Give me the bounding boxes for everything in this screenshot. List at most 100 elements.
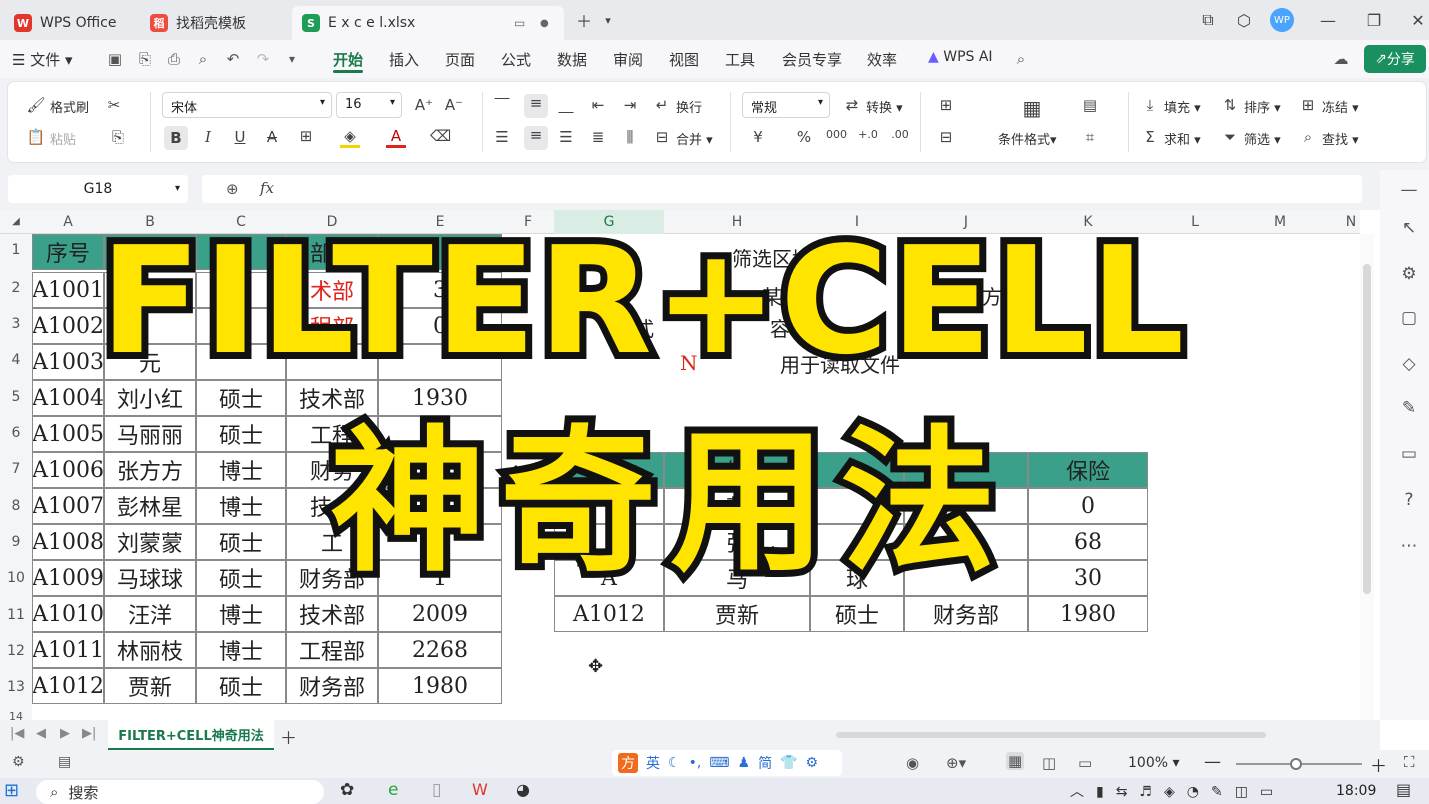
redo-icon[interactable]: ↷: [254, 50, 272, 68]
table-cell[interactable]: 马球球: [104, 560, 196, 596]
result-header-cell[interactable]: 保险: [1028, 452, 1148, 488]
ime-language[interactable]: 英: [646, 753, 660, 773]
table-cell[interactable]: 硕士: [196, 560, 286, 596]
table-cell[interactable]: 刘蒙蒙: [104, 524, 196, 560]
table-cell[interactable]: 2268: [378, 632, 502, 668]
new-tab-icon[interactable]: ＋: [572, 8, 596, 32]
chevron-down-icon[interactable]: ▾: [596, 8, 620, 32]
fill-color-icon[interactable]: ◈: [340, 127, 360, 148]
select-cursor-icon[interactable]: ↖: [1398, 218, 1420, 240]
table-cell[interactable]: 博士: [196, 632, 286, 668]
more-icon[interactable]: ⋯: [1398, 536, 1420, 558]
horizontal-scrollbar[interactable]: [836, 732, 1266, 738]
increase-font-icon[interactable]: A⁺: [414, 96, 434, 114]
table-cell[interactable]: A1008: [32, 524, 104, 560]
table-cell[interactable]: A1009: [32, 560, 104, 596]
simplified-toggle[interactable]: 简: [758, 753, 772, 773]
normal-view-icon[interactable]: ▦: [1006, 752, 1025, 770]
sum-button[interactable]: 求和 ▾: [1164, 129, 1201, 148]
row-header[interactable]: 13: [0, 679, 32, 695]
comment-icon[interactable]: ▢: [1398, 308, 1420, 330]
justify-icon[interactable]: ≣: [588, 128, 608, 146]
format-painter-button[interactable]: 格式刷: [50, 97, 89, 116]
decrease-decimal-icon[interactable]: .00: [890, 128, 910, 141]
system-tray[interactable]: ︿▮⇆♬◈◔✎◫▭: [1070, 781, 1285, 801]
undo-icon[interactable]: ↶: [224, 50, 242, 68]
filter-icon[interactable]: ⏷: [1220, 128, 1240, 146]
result-cell[interactable]: 0: [1028, 488, 1148, 524]
next-sheet-icon[interactable]: ▶: [60, 726, 70, 741]
qq-icon[interactable]: ◕: [516, 780, 530, 799]
table-cell[interactable]: 博士: [196, 452, 286, 488]
file-menu[interactable]: ☰ 文件 ▾: [12, 49, 73, 70]
shapes-icon[interactable]: ◇: [1398, 354, 1420, 376]
tab-excel-file[interactable]: S E x c e l.xlsx ▭ ●: [292, 6, 564, 40]
wrap-icon[interactable]: ↵: [652, 96, 672, 114]
wrap-button[interactable]: 换行: [676, 97, 702, 116]
fullscreen-icon[interactable]: ⛶: [1404, 753, 1415, 771]
result-cell[interactable]: A1012: [554, 596, 664, 632]
app-icon[interactable]: ✿: [340, 780, 354, 800]
table-cell[interactable]: 马丽丽: [104, 416, 196, 452]
align-top-icon[interactable]: ⎺: [492, 96, 512, 114]
table-cell[interactable]: 硕士: [196, 668, 286, 704]
zoom-formula-icon[interactable]: ⊕: [226, 180, 239, 198]
help-icon[interactable]: ?: [1398, 490, 1420, 512]
row-header[interactable]: 9: [0, 534, 32, 550]
result-cell[interactable]: 硕士: [810, 596, 904, 632]
border-icon[interactable]: ⊞: [296, 127, 316, 145]
file-icon[interactable]: ▯: [432, 780, 441, 800]
table-cell[interactable]: 工程部: [286, 632, 378, 668]
cell-format-icon[interactable]: ▤: [1080, 96, 1100, 114]
menu-review[interactable]: 审阅: [613, 49, 643, 70]
menu-view[interactable]: 视图: [669, 49, 699, 70]
sort-icon[interactable]: ⇅: [1220, 96, 1240, 114]
scroll-thumb[interactable]: [1363, 264, 1371, 594]
moon-icon[interactable]: ☾: [668, 755, 681, 771]
row-header[interactable]: 4: [0, 352, 32, 368]
table-cell[interactable]: 博士: [196, 488, 286, 524]
row-header[interactable]: 2: [0, 280, 32, 296]
keyboard-icon[interactable]: ⌨: [709, 755, 729, 771]
freeze-button[interactable]: 冻结 ▾: [1322, 97, 1359, 116]
browser-icon[interactable]: e: [388, 780, 398, 800]
filter-button[interactable]: 筛选 ▾: [1244, 129, 1281, 148]
result-cell[interactable]: 1980: [1028, 596, 1148, 632]
result-cell[interactable]: 贾新: [664, 596, 810, 632]
italic-icon[interactable]: I: [198, 128, 218, 146]
add-sheet-icon[interactable]: ＋: [280, 724, 297, 749]
vertical-scrollbar[interactable]: [1360, 234, 1374, 720]
paste-button[interactable]: 粘贴: [50, 129, 76, 148]
table-cell[interactable]: A1011: [32, 632, 104, 668]
menu-formula[interactable]: 公式: [501, 49, 531, 70]
table-cell[interactable]: A1004: [32, 380, 104, 416]
font-size-select[interactable]: 16 ▾: [336, 92, 402, 118]
print-icon[interactable]: ⎙: [165, 50, 183, 68]
row-header[interactable]: 7: [0, 461, 32, 477]
row-header[interactable]: 10: [0, 570, 32, 586]
notification-icon[interactable]: ▤: [1396, 780, 1411, 799]
freeze-icon[interactable]: ⊞: [1298, 96, 1318, 114]
find-icon[interactable]: ⌕: [1298, 128, 1318, 146]
taskbar-search[interactable]: ⌕ 搜索: [36, 780, 324, 804]
doc-icon[interactable]: ▤: [58, 754, 71, 770]
row-header[interactable]: 3: [0, 316, 32, 332]
minimize-icon[interactable]: —: [1316, 8, 1340, 32]
table-cell[interactable]: A1012: [32, 668, 104, 704]
sheet-tab-active[interactable]: FILTER+CELL神奇用法: [108, 720, 274, 750]
select-all-corner[interactable]: ◢: [0, 210, 32, 234]
distribute-icon[interactable]: ⫼: [620, 128, 640, 146]
print-preview-icon[interactable]: ⌕: [194, 50, 212, 68]
ime-toolbar[interactable]: 方 英 ☾ •, ⌨ ♟ 简 👕 ⚙: [612, 750, 842, 776]
result-cell[interactable]: 30: [1028, 560, 1148, 596]
table-cell[interactable]: 2009: [378, 596, 502, 632]
menu-member[interactable]: 会员专享: [782, 49, 842, 70]
align-center-icon[interactable]: ≡: [524, 126, 548, 150]
table-cell[interactable]: 彭林星: [104, 488, 196, 524]
row-header[interactable]: 6: [0, 425, 32, 441]
adjust-icon[interactable]: ⚙: [1398, 264, 1420, 286]
indent-decrease-icon[interactable]: ⇤: [588, 96, 608, 114]
wps-ai-button[interactable]: ▲ WPS AI: [928, 49, 993, 65]
cloud-icon[interactable]: ☁: [1332, 50, 1350, 68]
cond-format-button[interactable]: 条件格式▾: [998, 129, 1057, 148]
